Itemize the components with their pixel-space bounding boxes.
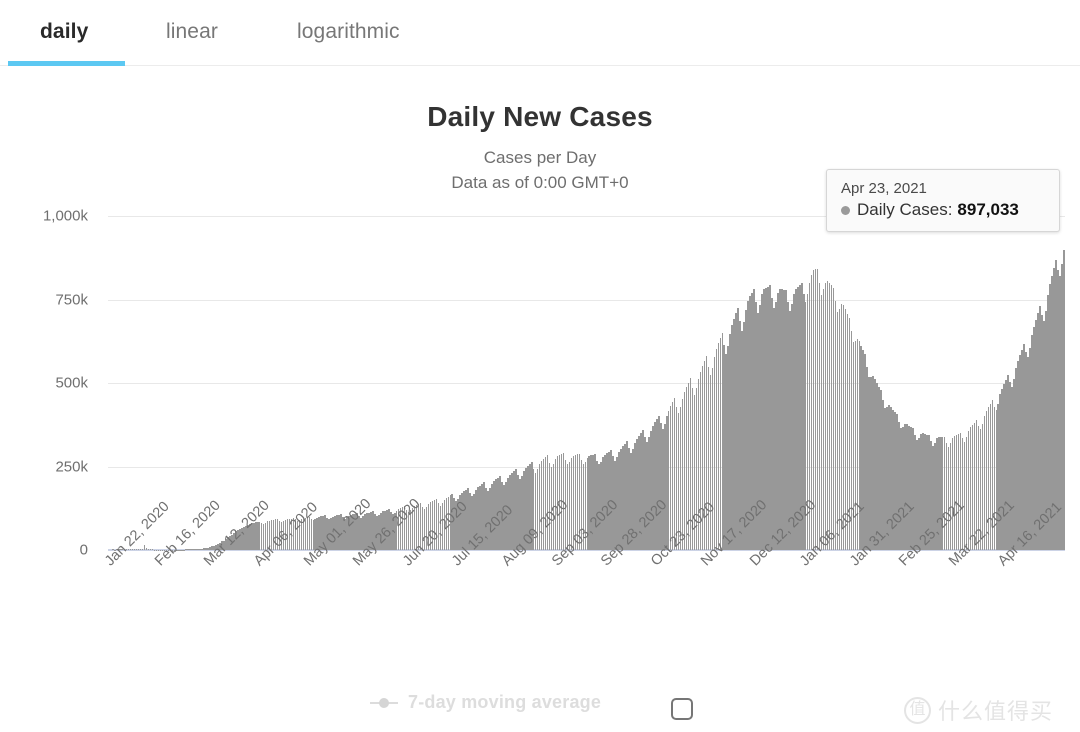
watermark: 值 什么值得买 <box>904 694 1053 726</box>
tooltip-date: Apr 23, 2021 <box>841 180 927 197</box>
chart-plot-area: 0 250k 500k 750k 1,000k Jan 22, 2020 Feb 16, … <box>0 0 1080 732</box>
y-axis-tick-label: 250k <box>55 458 88 475</box>
chart-bars[interactable] <box>108 216 1065 550</box>
legend-label: 7-day moving average <box>408 692 602 712</box>
chart-page: daily linear logarithmic Daily New Cases… <box>0 0 1080 732</box>
line-dot-marker-icon <box>370 696 398 710</box>
y-axis-tick-label: 500k <box>55 374 88 392</box>
watermark-text: 什么值得买 <box>938 699 1054 724</box>
chart-bar[interactable] <box>1063 250 1065 550</box>
y-axis-tick-label: 1,000k <box>42 207 88 225</box>
legend-moving-average[interactable]: 7-day moving average <box>370 692 601 713</box>
tooltip-row: Daily Cases: 897,033 <box>841 200 1045 220</box>
tooltip-value: 897,033 <box>957 200 1019 219</box>
y-axis-tick-label: 0 <box>79 541 88 559</box>
watermark-logo-icon: 值 <box>904 696 931 724</box>
y-axis-tick-label: 750k <box>55 291 88 308</box>
series-dot-icon <box>841 205 850 215</box>
tooltip-series-label: Daily Cases: <box>857 200 953 219</box>
moving-average-checkbox[interactable] <box>671 698 693 720</box>
chart-tooltip: Apr 23, 2021 Daily Cases: 897,033 <box>826 169 1060 232</box>
